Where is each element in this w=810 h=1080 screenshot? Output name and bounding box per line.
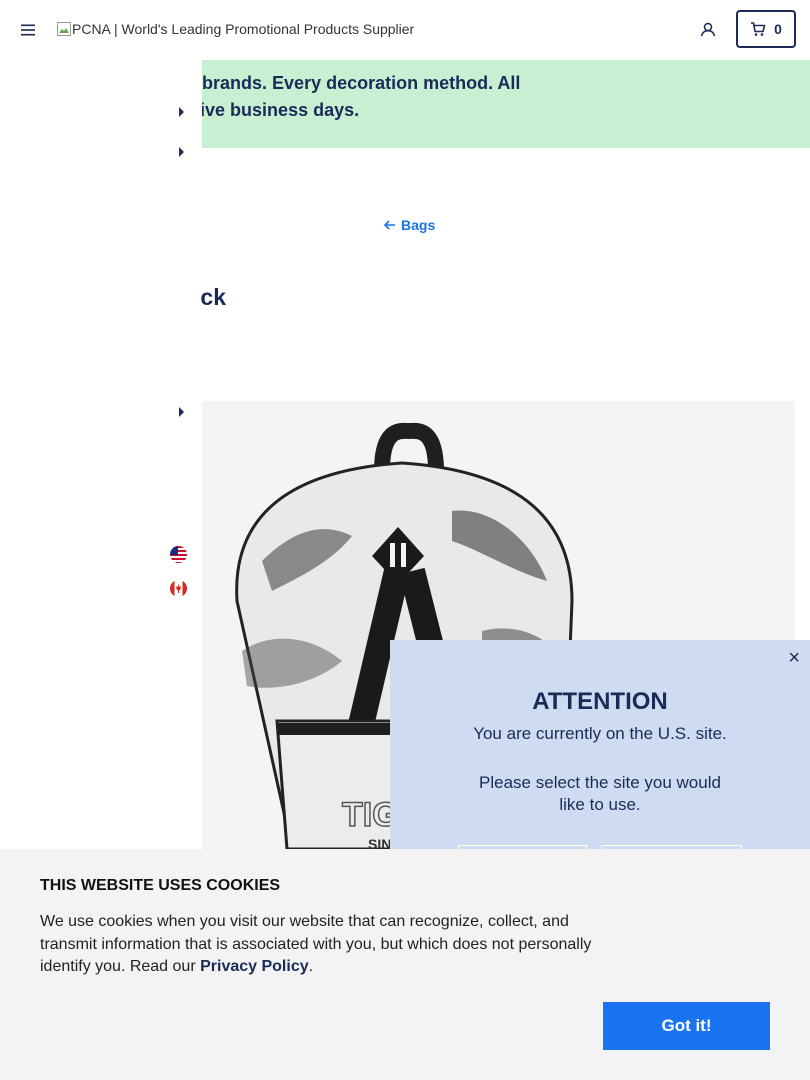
close-icon[interactable]: × [788,648,800,668]
arrow-left-icon [383,220,395,230]
caret-right-icon[interactable] [179,407,184,417]
caret-right-icon[interactable] [179,147,184,157]
logo-alt-text: PCNA | World's Leading Promotional Produ… [72,21,415,37]
cart-button[interactable]: 0 [736,10,796,48]
back-link-label: Bags [401,217,436,233]
site-logo-link[interactable]: PCNA | World's Leading Promotional Produ… [56,21,414,37]
product-title: ck [200,284,226,310]
caret-right-icon[interactable] [179,107,184,117]
cookie-text-end: . [308,958,314,975]
got-it-button[interactable]: Got it! [603,1002,770,1050]
site-header: PCNA | World's Leading Promotional Produ… [0,0,810,60]
canada-flag-icon[interactable] [170,580,187,597]
hamburger-menu-icon[interactable] [18,20,38,40]
cart-count: 0 [774,21,782,37]
back-to-bags-link[interactable]: Bags [383,217,435,233]
cookie-body: We use cookies when you visit our websit… [40,913,592,975]
user-icon[interactable] [697,19,719,41]
cookie-banner: THIS WEBSITE USES COOKIES We use cookies… [0,849,810,1080]
cart-icon [751,22,766,36]
svg-text:SIN: SIN [368,836,391,849]
us-flag-icon[interactable] [170,546,187,563]
popup-title: ATTENTION [532,688,668,715]
cookie-title: THIS WEBSITE USES COOKIES [40,877,281,894]
popup-prompt: Please select the site you would like to… [479,773,721,814]
privacy-policy-link[interactable]: Privacy Policy [200,958,309,975]
cookie-text: We use cookies when you visit our websit… [40,911,610,979]
site-selection-popup: × ATTENTION You are currently on the U.S… [390,640,810,866]
broken-image-icon [57,22,71,36]
popup-current-site: You are currently on the U.S. site. [473,724,727,743]
